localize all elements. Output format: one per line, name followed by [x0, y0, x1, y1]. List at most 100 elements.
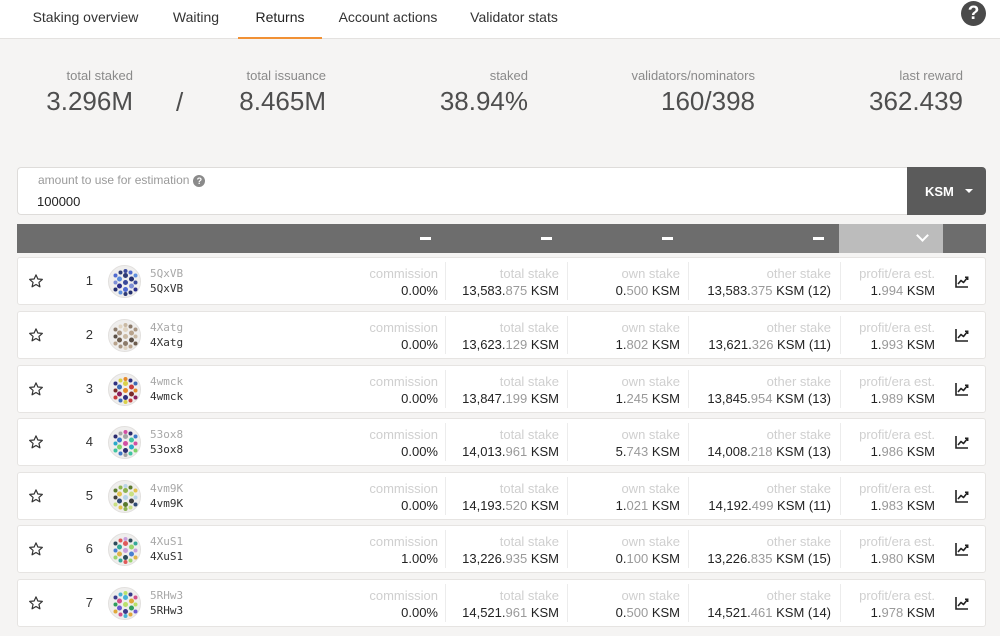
identicon-dot — [113, 555, 118, 560]
commission-value: 0.00% — [401, 444, 438, 459]
other-stake-cell: other stake 13,226.835 KSM (15) — [691, 534, 831, 566]
total-stake-cell: total stake 14,193.520 KSM — [448, 481, 559, 513]
identicon-dot — [133, 381, 138, 386]
validator-name[interactable]: 4wmck — [150, 374, 183, 389]
total-stake-label: total stake — [499, 534, 559, 549]
tab-returns[interactable]: Returns — [238, 0, 322, 39]
line-chart-icon[interactable] — [954, 595, 970, 611]
other-stake-cell: other stake 13,621.326 KSM (11) — [691, 320, 831, 352]
identicon-avatar[interactable] — [108, 533, 141, 566]
commission-cell: commission 0.00% — [358, 374, 438, 406]
identicon-dot — [117, 605, 122, 611]
own-stake-cell: own stake 1.245 KSM — [578, 374, 680, 406]
validator-stash-address[interactable]: 4Xatg — [150, 335, 183, 350]
sort-total-stake-button[interactable] — [477, 224, 577, 253]
commission-value: 0.00% — [401, 391, 438, 406]
identicon-dot — [117, 330, 122, 336]
other-stake-cell: other stake 14,192.499 KSM (11) — [691, 481, 831, 513]
tab-account-actions[interactable]: Account actions — [334, 0, 442, 39]
validator-name[interactable]: 5QxVB — [150, 266, 183, 281]
identicon-avatar[interactable] — [108, 319, 141, 352]
commission-label: commission — [369, 374, 438, 389]
validator-stash-address[interactable]: 4XuS1 — [150, 549, 183, 564]
summary-total-issuance: total issuance 8.465M — [200, 68, 326, 117]
sort-commission-button[interactable] — [357, 224, 457, 253]
validator-name[interactable]: 4Xatg — [150, 320, 183, 335]
tab-waiting[interactable]: Waiting — [165, 0, 227, 39]
identicon-dot — [128, 558, 133, 563]
identicon-avatar[interactable] — [108, 480, 141, 513]
star-icon[interactable] — [28, 541, 44, 557]
identicon-dot — [129, 337, 134, 343]
other-stake-value: 14,192.499 KSM (11) — [708, 498, 831, 513]
profit-label: profit/era est. — [859, 481, 935, 496]
total-stake-value: 14,193.520 KSM — [462, 498, 559, 513]
column-divider — [567, 584, 568, 622]
caret-down-icon — [965, 189, 973, 193]
line-chart-icon[interactable] — [954, 273, 970, 289]
validator-name[interactable]: 4vm9K — [150, 481, 183, 496]
total-stake-value: 13,623.129 KSM — [462, 337, 559, 352]
validator-name[interactable]: 5RHw3 — [150, 588, 183, 603]
sort-profit-button[interactable] — [839, 224, 943, 253]
line-chart-icon[interactable] — [954, 541, 970, 557]
identicon-dot — [123, 560, 128, 564]
star-icon[interactable] — [28, 327, 44, 343]
star-icon[interactable] — [28, 595, 44, 611]
own-stake-label: own stake — [621, 374, 680, 389]
identicon-avatar[interactable] — [108, 587, 141, 620]
own-stake-value: 1.802 KSM — [615, 337, 680, 352]
validator-stash-address[interactable]: 4wmck — [150, 389, 183, 404]
estimation-amount-input[interactable] — [37, 191, 887, 211]
star-icon[interactable] — [28, 434, 44, 450]
unit-select-dropdown[interactable]: KSM — [907, 167, 986, 215]
identicon-dot — [113, 609, 118, 614]
column-divider — [445, 530, 446, 568]
own-stake-value: 5.743 KSM — [615, 444, 680, 459]
commission-value: 1.00% — [401, 551, 438, 566]
own-stake-value: 1.245 KSM — [615, 391, 680, 406]
line-chart-icon[interactable] — [954, 488, 970, 504]
own-stake-value: 0.500 KSM — [615, 283, 680, 298]
estimation-label-text: amount to use for estimation — [38, 173, 190, 187]
identicon-dot — [113, 502, 118, 507]
validator-stash-address[interactable]: 4vm9K — [150, 496, 183, 511]
validator-stash-address[interactable]: 53ox8 — [150, 442, 183, 457]
validator-stash-address[interactable]: 5RHw3 — [150, 603, 183, 618]
line-chart-icon[interactable] — [954, 381, 970, 397]
minus-icon — [420, 237, 431, 240]
own-stake-value: 0.100 KSM — [615, 551, 680, 566]
other-stake-label: other stake — [766, 481, 831, 496]
total-stake-label: total stake — [499, 320, 559, 335]
total-stake-cell: total stake 13,583.875 KSM — [448, 266, 559, 298]
profit-value: 1.989 KSM — [870, 391, 935, 406]
sort-own-stake-button[interactable] — [597, 224, 697, 253]
validator-name[interactable]: 4XuS1 — [150, 534, 183, 549]
estimation-help-icon[interactable]: ? — [193, 175, 206, 187]
total-stake-label: total stake — [499, 481, 559, 496]
star-icon[interactable] — [28, 381, 44, 397]
validator-stash-address[interactable]: 5QxVB — [150, 281, 183, 296]
tab-staking-overview[interactable]: Staking overview — [28, 0, 143, 39]
help-icon[interactable]: ? — [961, 1, 986, 26]
commission-value: 0.00% — [401, 283, 438, 298]
summary-label: total issuance — [246, 68, 327, 83]
star-icon[interactable] — [28, 488, 44, 504]
line-chart-icon[interactable] — [954, 327, 970, 343]
identicon-dot — [123, 430, 128, 434]
identicon-dot — [113, 280, 118, 285]
commission-cell: commission 0.00% — [358, 266, 438, 298]
identicon-dot — [117, 444, 122, 450]
total-stake-value: 14,013.961 KSM — [462, 444, 559, 459]
own-stake-label: own stake — [621, 427, 680, 442]
tab-validator-stats[interactable]: Validator stats — [464, 0, 564, 39]
star-icon[interactable] — [28, 273, 44, 289]
identicon-avatar[interactable] — [108, 265, 141, 298]
identicon-avatar[interactable] — [108, 373, 141, 406]
line-chart-icon[interactable] — [954, 434, 970, 450]
validator-name[interactable]: 53ox8 — [150, 427, 183, 442]
summary-label: validators/nominators — [631, 68, 755, 83]
identicon-avatar[interactable] — [108, 426, 141, 459]
sort-other-stake-button[interactable] — [717, 224, 837, 253]
identicon-dot — [129, 444, 134, 450]
